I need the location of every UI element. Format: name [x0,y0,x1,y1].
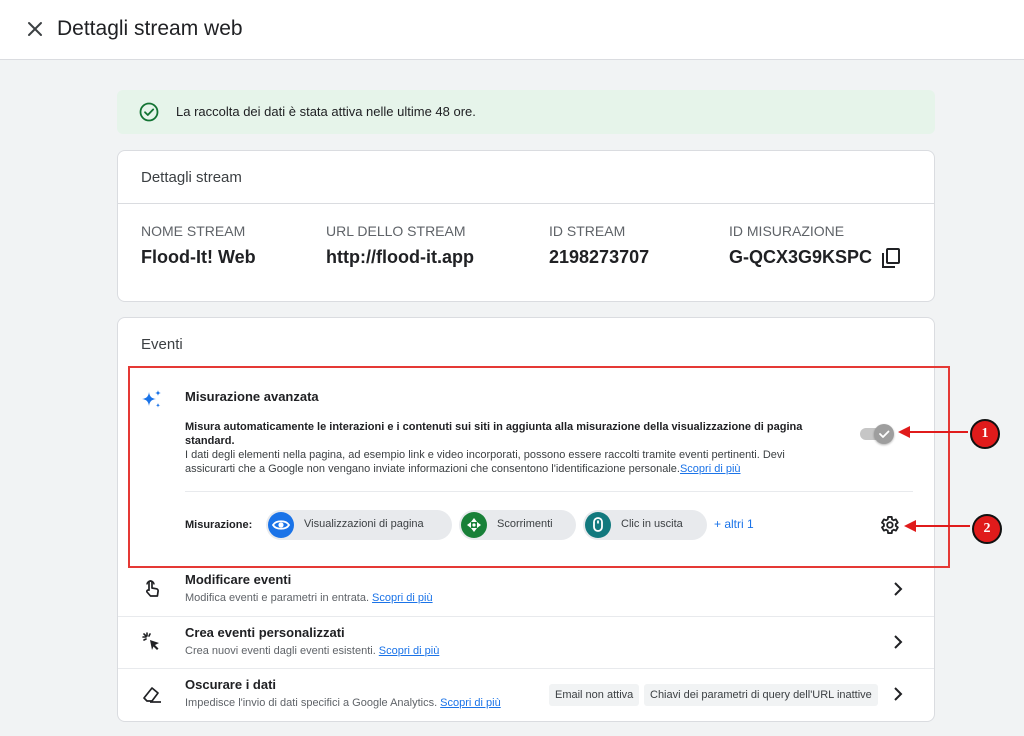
chip-outbound-clicks[interactable]: Clic in uscita [583,510,707,540]
top-bar: Dettagli stream web [0,0,1024,60]
measurement-label: Misurazione: [185,519,253,531]
learn-more-link[interactable]: Scopri di più [372,592,433,604]
enhanced-measurement-description: Misura automaticamente le interazioni e … [185,420,835,476]
enhanced-measurement-title: Misurazione avanzata [185,389,319,404]
learn-more-link[interactable]: Scopri di più [440,697,501,709]
row-title: Crea eventi personalizzati [185,625,345,640]
learn-more-link[interactable]: Scopri di più [680,463,741,475]
row-redact-data[interactable]: Oscurare i dati Impedisce l'invio di dat… [118,668,934,720]
row-subtitle: Crea nuovi eventi dagli eventi esistenti… [185,645,439,657]
scroll-icon [461,512,487,538]
check-icon [879,430,890,438]
chip-scrolls[interactable]: Scorrimenti [459,510,576,540]
callout-badge-2: 2 [972,514,1002,544]
measurement-id-label: ID MISURAZIONE [729,223,845,239]
page-title: Dettagli stream web [57,17,243,40]
sparkle-icon [142,390,161,408]
stream-details-title: Dettagli stream [141,169,242,186]
enhanced-measurement-desc-bold: Misura automaticamente le interazioni e … [185,421,803,447]
chevron-right-icon [894,687,903,701]
row-subtitle-text: Impedisce l'invio di dati specifici a Go… [185,697,438,709]
touch-icon [146,580,159,597]
row-subtitle-text: Crea nuovi eventi dagli eventi esistenti… [185,645,376,657]
learn-more-link[interactable]: Scopri di più [379,645,440,657]
chip-label: Visualizzazioni di pagina [304,518,424,530]
divider [185,491,913,492]
stream-id-value: 2198273707 [549,247,650,267]
chip-label: Scorrimenti [497,518,553,530]
row-subtitle-text: Modifica eventi e parametri in entrata. [185,592,370,604]
stream-id-label: ID STREAM [549,223,626,239]
mouse-icon [585,512,611,538]
row-modify-events[interactable]: Modificare eventi Modifica eventi e para… [118,564,934,616]
row-title: Modificare eventi [185,572,292,587]
status-banner: La raccolta dei dati è stata attiva nell… [117,90,935,134]
chevron-right-icon [894,635,903,649]
chevron-right-icon [894,582,903,596]
row-subtitle: Modifica eventi e parametri in entrata. S… [185,592,433,604]
check-circle-icon [139,102,159,122]
measurement-id-value: G-QCX3G9KSPC [729,247,873,267]
close-icon[interactable] [24,18,46,40]
row-create-custom-events[interactable]: Crea eventi personalizzati Crea nuovi ev… [118,616,934,668]
stream-url-label: URL DELLO STREAM [326,223,466,239]
eraser-icon [143,687,161,703]
chip-label: Clic in uscita [621,518,683,530]
events-title: Eventi [141,336,183,353]
url-query-params-pill: Chiavi dei parametri di query dell'URL i… [644,684,878,706]
eye-icon [268,512,294,538]
more-measurements-link[interactable]: + altri 1 [714,517,754,531]
enhanced-measurement-toggle[interactable] [860,424,894,444]
click-sparkle-icon [142,632,159,650]
stream-name-label: NOME STREAM [141,223,246,239]
events-card: Eventi Misurazione avanzata Misura autom… [117,317,935,722]
email-status-pill: Email non attiva [549,684,640,706]
stream-details-card: Dettagli stream NOME STREAM Flood-It! We… [117,150,935,302]
copy-icon[interactable] [881,247,901,269]
stream-url-value: http://flood-it.app [326,247,474,267]
stream-name-value: Flood-It! Web [141,247,256,267]
callout-badge-1: 1 [970,419,1000,449]
toggle-thumb [874,424,894,444]
row-subtitle: Impedisce l'invio di dati specifici a Go… [185,697,501,709]
banner-text: La raccolta dei dati è stata attiva nell… [176,104,476,119]
gear-icon[interactable] [878,514,900,536]
row-title: Oscurare i dati [185,677,277,692]
chip-page-views[interactable]: Visualizzazioni di pagina [266,510,452,540]
stream-details-header: Dettagli stream [118,151,934,204]
